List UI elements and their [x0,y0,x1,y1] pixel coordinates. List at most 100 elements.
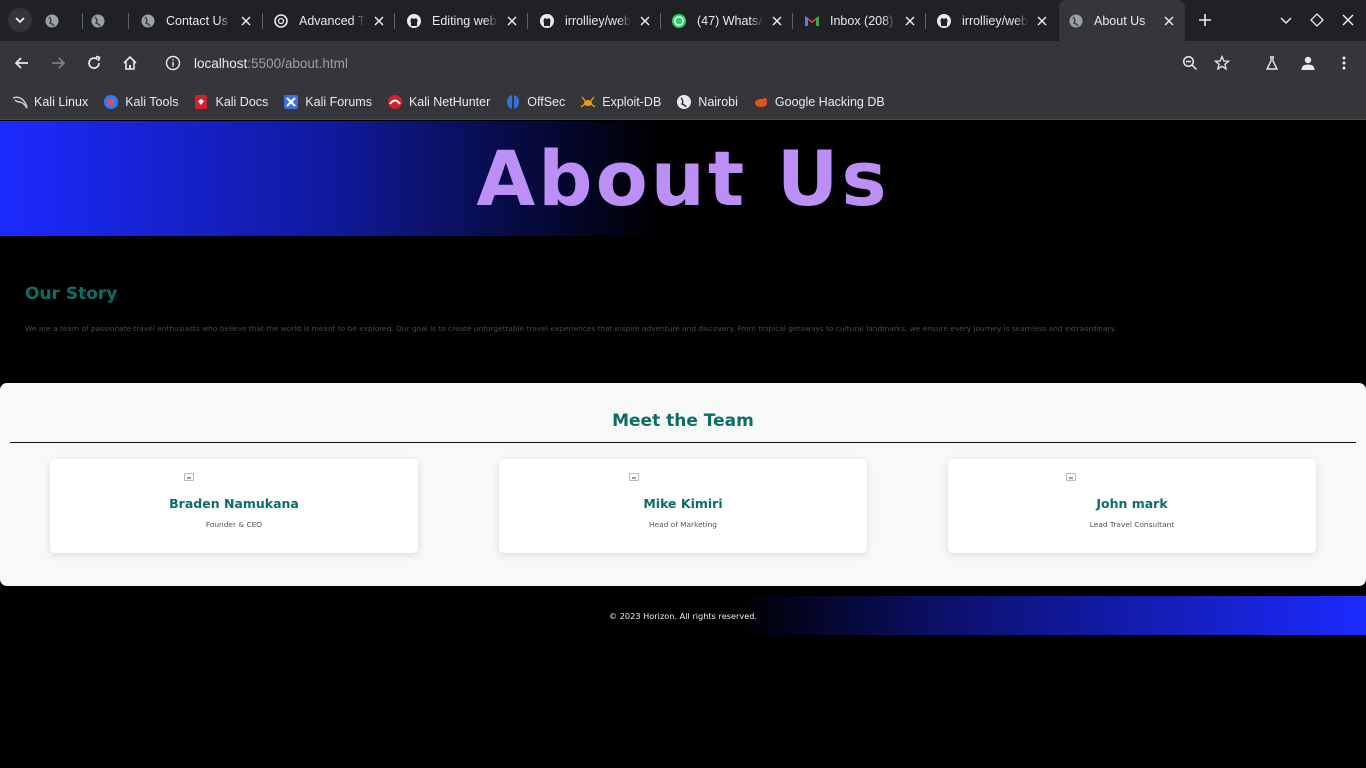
tab-separator [925,13,926,29]
tab-gmail-inbox[interactable]: Inbox (208) [804,0,918,41]
address-bar[interactable]: localhost:5500/about.html [156,46,1246,80]
arrow-right-icon [52,57,66,69]
diamond-icon [1310,13,1324,27]
chevron-down-icon [1280,17,1292,25]
member-role: Lead Travel Consultant [1089,520,1175,529]
tab-separator [394,13,395,29]
close-icon[interactable] [1161,13,1177,29]
url-host: localhost [194,55,248,71]
close-icon[interactable] [504,13,520,29]
github-icon [936,13,952,29]
ghdb-icon [753,94,769,110]
reload-icon [88,55,101,69]
tab-irrolliey-web-2[interactable]: irrolliey/web [936,0,1050,41]
bookmark-kali-docs[interactable]: Kali Docs [193,94,268,110]
tab-contact-us[interactable]: Contact Us [140,0,254,41]
tab-irrolliey-web-1[interactable]: irrolliey/web [539,0,653,41]
bookmark-label: Kali Forums [305,95,372,109]
bookmarks-bar: Kali Linux Kali Tools Kali Docs Kali For… [0,85,1366,120]
copyright-text: © 2023 Horizon. All rights reserved. [608,610,758,621]
tab-title: Advanced T [299,13,365,28]
bookmark-offsec[interactable]: OffSec [505,94,565,110]
member-name: Mike Kimiri [643,496,723,511]
close-icon[interactable] [769,13,785,29]
bookmark-nairobi[interactable]: Nairobi [676,94,738,110]
tab-separator [262,13,263,29]
page-footer: © 2023 Horizon. All rights reserved. [0,596,1366,635]
tab-whatsapp[interactable]: (47) WhatsA [671,0,785,41]
bookmark-label: Nairobi [698,95,738,109]
close-icon[interactable] [371,13,387,29]
story-text: We are a team of passionate travel enthu… [25,324,1117,333]
flask-icon [1265,56,1279,70]
bookmark-google-hacking-db[interactable]: Google Hacking DB [753,94,885,110]
reload-button[interactable] [82,51,106,75]
tab-title: About Us [1094,13,1146,28]
labs-button[interactable] [1260,51,1284,75]
bookmark-label: Kali Linux [34,95,89,109]
bookmark-kali-nethunter[interactable]: Kali NetHunter [387,94,490,110]
globe-icon [44,13,60,29]
url-path: :5500/about.html [247,55,348,71]
kali-forums-icon [283,94,299,110]
team-section: Meet the Team Braden Namukana Founder & … [0,383,1366,586]
bookmark-label: Kali NetHunter [408,95,491,109]
tab-list-button[interactable] [1274,8,1298,32]
team-card: Braden Namukana Founder & CEO [50,459,418,553]
window-close-button[interactable] [1336,8,1360,32]
menu-button[interactable] [1332,51,1356,75]
tab-title: Editing web [432,13,497,28]
tab-separator [82,13,83,29]
bookmark-kali-forums[interactable]: Kali Forums [283,94,372,110]
offsec-icon [505,94,521,110]
home-button[interactable] [118,51,142,75]
tab-title: irrolliey/web [565,13,631,28]
tab-2[interactable] [90,0,124,41]
close-icon[interactable] [238,13,254,29]
bookmark-button[interactable] [1210,51,1234,75]
window-restore-button[interactable] [1305,8,1329,32]
bookmark-exploit-db[interactable]: Exploit-DB [580,94,661,110]
exploit-db-icon [580,94,596,110]
broken-image-icon [184,473,194,481]
forward-button[interactable] [46,51,70,75]
chevron-down-icon [15,17,25,24]
tab-title: Contact Us [166,13,228,28]
person-icon [1301,56,1315,70]
hero-banner: About Us [0,121,1366,236]
star-icon [1214,55,1230,71]
bookmark-label: Exploit-DB [602,95,662,109]
tab-search-button[interactable] [8,8,32,32]
back-button[interactable] [10,51,34,75]
close-icon[interactable] [637,13,653,29]
tab-title: irrolliey/web [962,13,1028,28]
gmail-icon [804,13,820,29]
close-icon [1342,14,1354,26]
tab-editing-web[interactable]: Editing web [406,0,520,41]
tab-advanced[interactable]: Advanced T [273,0,387,41]
bookmark-kali-tools[interactable]: Kali Tools [103,94,178,110]
close-icon[interactable] [902,13,918,29]
bookmark-label: OffSec [527,95,566,109]
new-tab-button[interactable] [1193,8,1217,32]
bookmark-kali-linux[interactable]: Kali Linux [12,94,88,110]
globe-icon [676,94,692,110]
divider [10,442,1356,443]
nethunter-icon [387,94,403,110]
openai-icon [273,13,289,29]
github-icon [406,13,422,29]
tab-1[interactable] [44,0,78,41]
bookmark-label: Kali Docs [215,95,269,109]
profile-button[interactable] [1296,51,1320,75]
broken-image-icon [629,473,639,481]
info-icon[interactable] [165,55,181,71]
page-title: About Us [476,134,890,223]
tab-strip: Contact Us Advanced T Editing web irroll… [0,0,1366,41]
kebab-menu-icon [1342,56,1346,70]
member-name: John mark [1096,496,1168,511]
zoom-button[interactable] [1178,51,1202,75]
globe-icon [90,13,106,29]
globe-icon [140,13,156,29]
close-icon[interactable] [1034,13,1050,29]
tab-about-us[interactable]: About Us [1059,0,1185,41]
